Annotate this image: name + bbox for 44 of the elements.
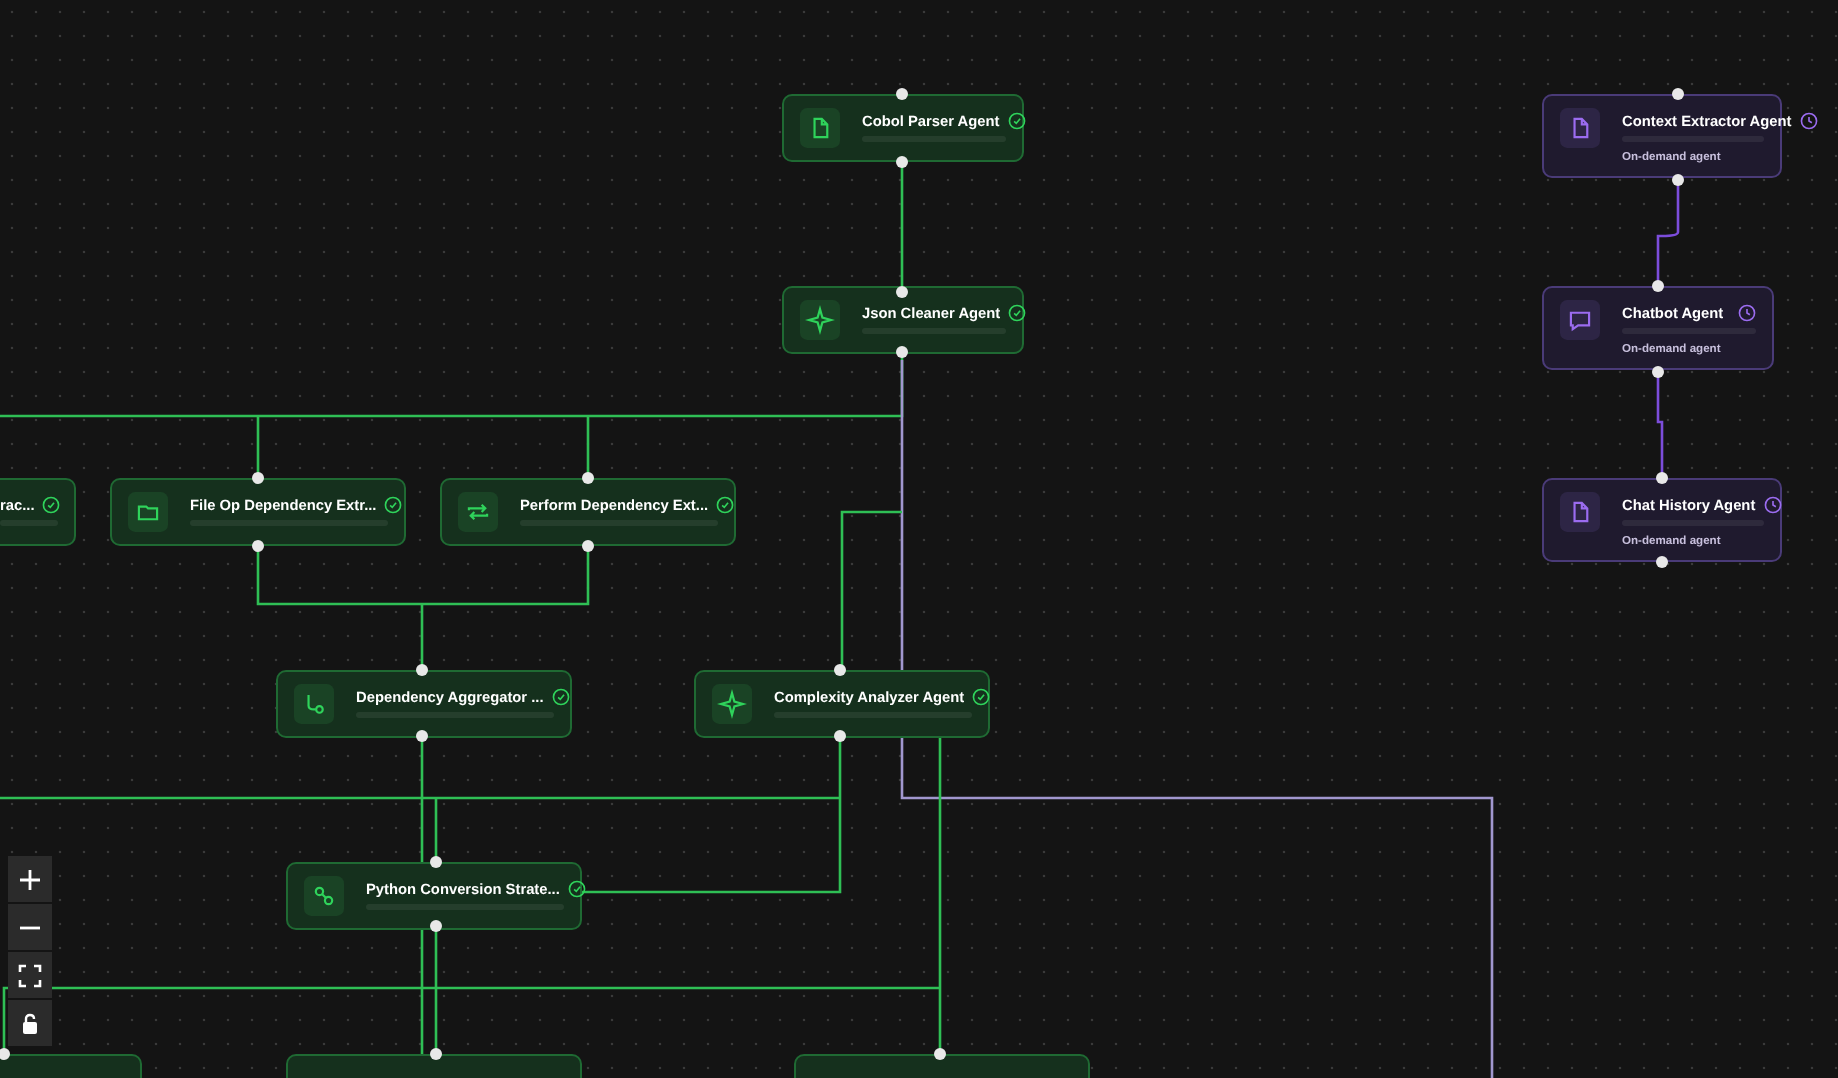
document-icon	[1560, 108, 1600, 148]
connection-handle[interactable]	[582, 472, 594, 484]
sparkle-icon	[800, 300, 840, 340]
lock-button[interactable]	[8, 1000, 52, 1046]
check-circle-icon	[1007, 112, 1026, 130]
connection-handle[interactable]	[0, 1048, 10, 1060]
connection-handle[interactable]	[1652, 280, 1664, 292]
document-icon	[800, 108, 840, 148]
flow-icon	[304, 876, 344, 916]
check-circle-icon	[972, 688, 991, 706]
fullscreen-icon	[18, 963, 42, 987]
document-icon	[1560, 492, 1600, 532]
connection-handle[interactable]	[896, 88, 908, 100]
repeat-icon	[458, 492, 498, 532]
lock-icon	[18, 1011, 42, 1035]
sparkle-icon	[712, 684, 752, 724]
edge-line	[900, 162, 904, 292]
plus-icon	[18, 867, 42, 891]
fit-view-button[interactable]	[8, 952, 52, 998]
check-circle-icon	[1008, 304, 1027, 322]
edge-line	[1656, 372, 1664, 478]
folder-icon	[128, 492, 168, 532]
check-circle-icon	[384, 496, 403, 514]
edge-line	[1656, 180, 1680, 286]
branch-icon	[294, 684, 334, 724]
connection-handle[interactable]	[934, 1048, 946, 1060]
check-circle-icon	[567, 880, 586, 898]
zoom-in-button[interactable]	[8, 856, 52, 902]
chat-bubble-icon	[1560, 300, 1600, 340]
check-circle-icon	[551, 688, 570, 706]
clock-icon	[1799, 112, 1818, 130]
clock-icon	[1763, 496, 1782, 514]
check-circle-icon	[716, 496, 735, 514]
connection-handle[interactable]	[1672, 88, 1684, 100]
connection-handle[interactable]	[252, 540, 264, 552]
connection-handle[interactable]	[416, 664, 428, 676]
connection-handle[interactable]	[430, 856, 442, 868]
zoom-out-button[interactable]	[8, 904, 52, 950]
check-circle-icon	[42, 496, 61, 514]
connection-handle[interactable]	[252, 472, 264, 484]
connection-handle[interactable]	[430, 1048, 442, 1060]
connection-handle[interactable]	[834, 664, 846, 676]
connection-handle[interactable]	[1656, 472, 1668, 484]
clock-icon	[1738, 304, 1756, 322]
